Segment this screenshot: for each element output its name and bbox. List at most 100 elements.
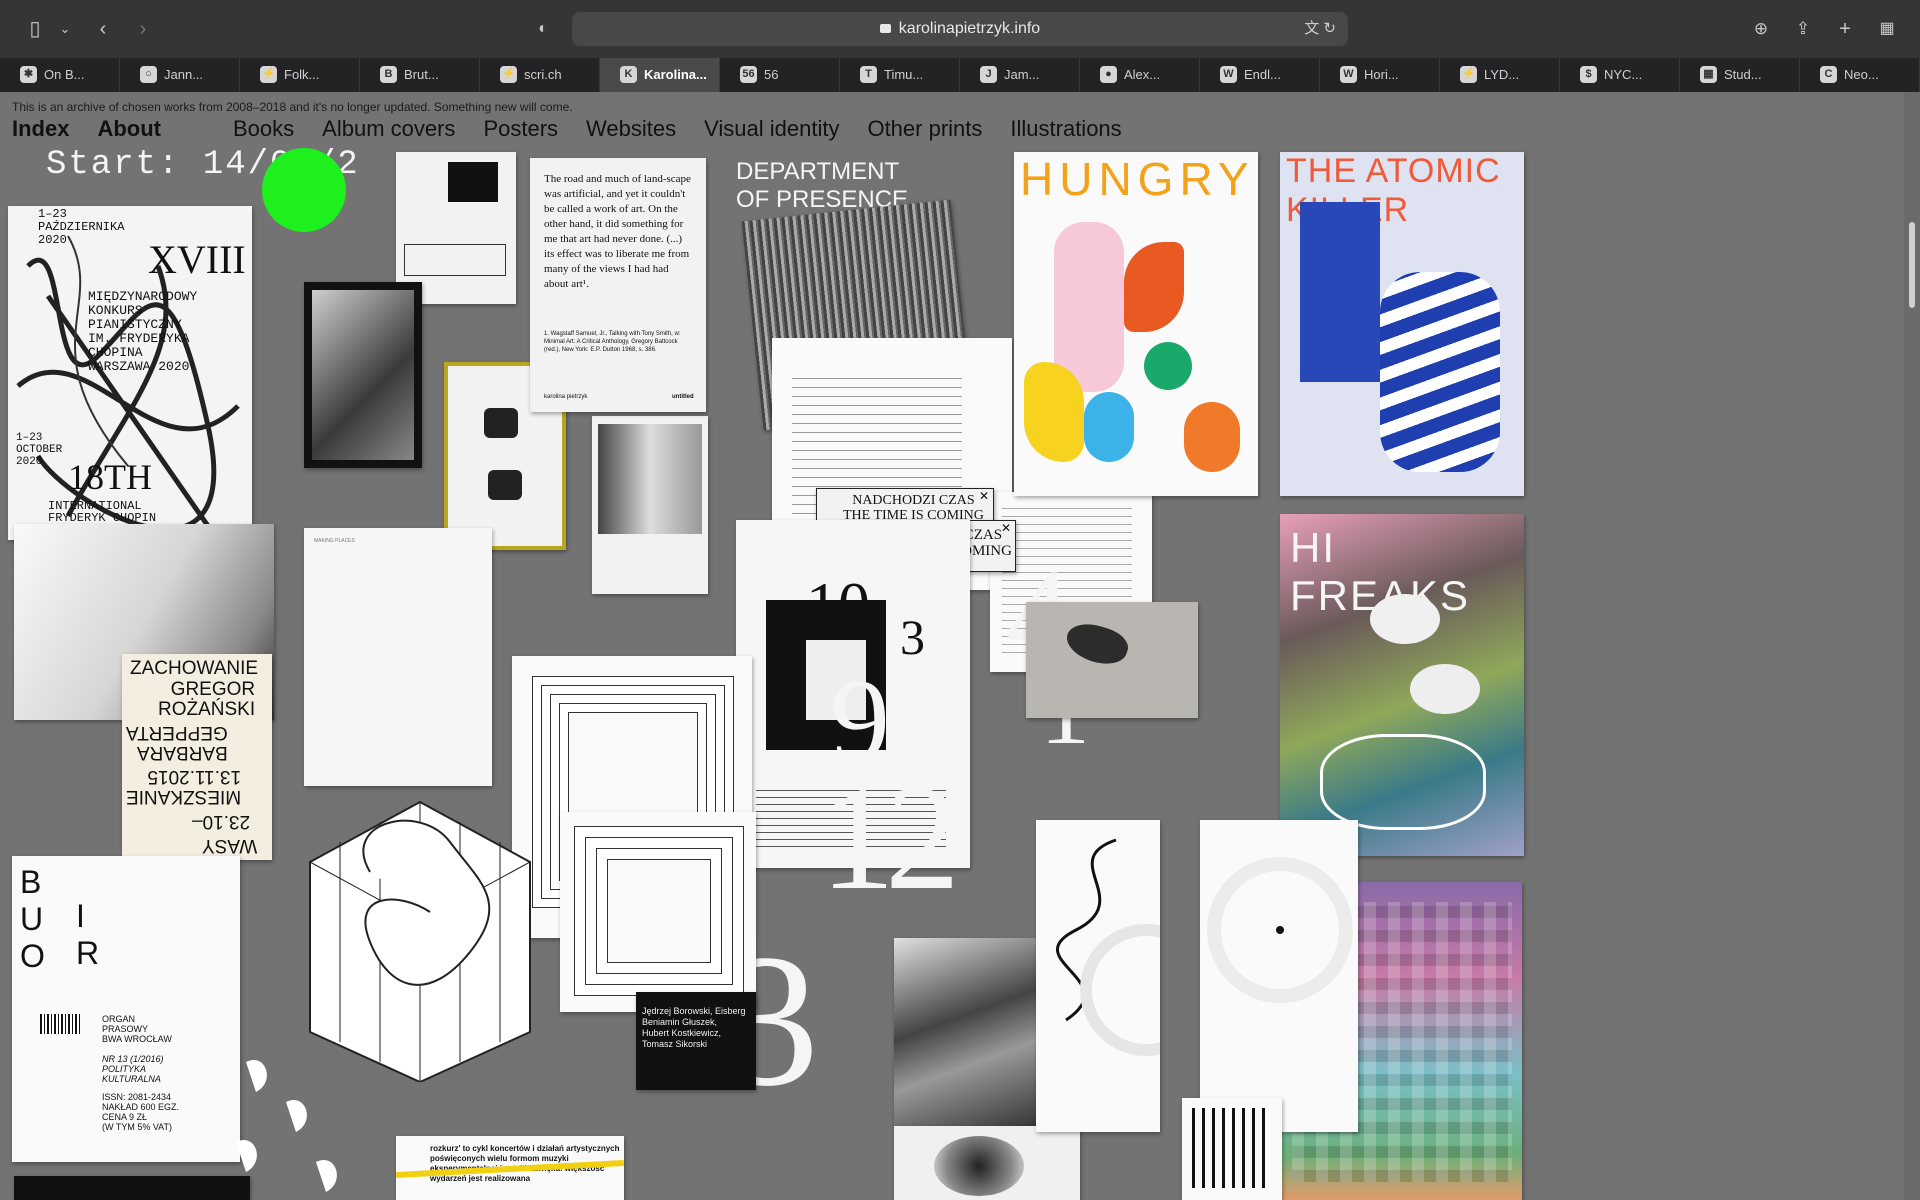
chopin-numeral: XVIII	[148, 237, 246, 282]
quote-page[interactable]: The road and much of land-scape was arti…	[530, 158, 706, 412]
browser-tab[interactable]: C Neo...	[1800, 58, 1920, 92]
partial-dark-sleeve[interactable]	[14, 1176, 250, 1200]
zachowanie-line4: MIESZKANIE 13.11.2015	[126, 766, 242, 807]
download-icon[interactable]: ⊕	[1746, 14, 1776, 44]
freaks-blob-1	[1370, 594, 1440, 644]
atomic-swirl	[1380, 272, 1500, 472]
page-scrollbar[interactable]	[1904, 92, 1920, 1200]
tab-label: Folk...	[284, 67, 320, 82]
share-icon[interactable]: ⇪	[1788, 14, 1818, 44]
browser-tab[interactable]: ● Alex...	[1080, 58, 1200, 92]
cassette-curtain[interactable]	[592, 416, 708, 594]
new-tab-icon[interactable]: +	[1830, 14, 1860, 44]
biuro-issn: ISSN: 2081-2434 NAKŁAD 600 EGZ. CENA 9 Z…	[102, 1092, 180, 1132]
tab-label: scri.ch	[524, 67, 562, 82]
nav-visual-identity[interactable]: Visual identity	[704, 116, 839, 141]
cassette-photo-1[interactable]	[304, 282, 422, 468]
pigeon-photo[interactable]	[1026, 602, 1198, 718]
scrollbar-thumb[interactable]	[1909, 222, 1915, 308]
biuro-magazine[interactable]: B U O I R ORGAN PRASOWY BWA WROCŁAW NR 1…	[12, 856, 240, 1162]
browser-toolbar: ▯ ⌄ ‹ › ◐ karolinapietrzyk.info 文 ↻ ⊕ ⇪ …	[0, 0, 1920, 58]
hi-freaks-poster[interactable]: HI FREAKS	[1280, 514, 1524, 856]
browser-tab[interactable]: W Hori...	[1320, 58, 1440, 92]
browser-tab[interactable]: ○ Jann...	[120, 58, 240, 92]
chopin-dates: 1–23 PAŹDZIERNIKA 2020	[38, 207, 125, 247]
close-icon[interactable]: ✕	[979, 489, 989, 503]
bw-photo-2[interactable]	[894, 1126, 1080, 1200]
browser-tab[interactable]: K Karolina...	[600, 58, 720, 92]
nav-books[interactable]: Books	[233, 116, 294, 141]
site-navigation: Index About Books Album covers Posters Websit…	[12, 116, 1150, 142]
browser-tab[interactable]: ⚡ scri.ch	[480, 58, 600, 92]
back-icon[interactable]: ‹	[88, 14, 118, 44]
browser-tab[interactable]: B Brut...	[360, 58, 480, 92]
nav-album-covers[interactable]: Album covers	[322, 116, 455, 141]
armchair-figure-1	[484, 408, 518, 438]
armchair-figure-2	[488, 470, 522, 500]
browser-tab[interactable]: J Jam...	[960, 58, 1080, 92]
green-dot	[262, 148, 346, 232]
reload-icon[interactable]: 文 ↻	[1304, 12, 1336, 46]
browser-tab[interactable]: 56 56	[720, 58, 840, 92]
cage-drawing	[309, 800, 531, 1084]
zachowanie-line3: BARBARA GEPPERTA	[126, 722, 228, 763]
chevron-down-icon[interactable]: ⌄	[50, 14, 80, 44]
hungry-pink	[1054, 222, 1124, 392]
partial-print-lines	[1192, 1108, 1272, 1188]
browser-tab[interactable]: $ NYC...	[1560, 58, 1680, 92]
cassette-1-box	[404, 244, 506, 276]
nav-posters[interactable]: Posters	[483, 116, 558, 141]
record-sleeve-2[interactable]	[1200, 820, 1358, 1132]
quote-text: The road and much of land-scape was arti…	[544, 173, 691, 290]
maze-pattern-2	[574, 826, 744, 996]
browser-tab[interactable]: T Timu...	[840, 58, 960, 92]
record-sleeve-1[interactable]	[1036, 820, 1160, 1132]
number-9: 9	[830, 654, 890, 787]
cassette-photo-1-image	[312, 290, 414, 460]
chopin-en-number: 18TH	[68, 457, 152, 497]
making-places-book[interactable]: MAKING PLACES	[304, 528, 492, 786]
hungry-title: HUNGRY	[1020, 153, 1255, 205]
tab-favicon-icon: ⚡	[1460, 66, 1477, 83]
web-page: This is an archive of chosen works from …	[0, 92, 1920, 1200]
biuro-title-bottom: I R	[76, 898, 158, 971]
address-bar[interactable]: karolinapietrzyk.info 文 ↻	[572, 12, 1348, 46]
tab-favicon-icon: J	[980, 66, 997, 83]
browser-tab[interactable]: ⚡ LYD...	[1440, 58, 1560, 92]
authors-card[interactable]: Jędrzej Borowski, Eisberg Beniamin Głusz…	[636, 992, 756, 1090]
browser-tab[interactable]: ⚡ Folk...	[240, 58, 360, 92]
url-text: karolinapietrzyk.info	[898, 20, 1041, 37]
forward-icon[interactable]: ›	[128, 14, 158, 44]
rozkurz-flyer[interactable]: rozkurz' to cykl koncertów i działań art…	[396, 1136, 624, 1200]
hungry-poster[interactable]: HUNGRY	[1014, 152, 1258, 496]
sidebar-toggle-icon[interactable]: ▯	[20, 14, 50, 44]
zachowanie-line6: WASY	[202, 835, 258, 856]
nadchodzi-text-1: NADCHODZI CZAS THE TIME IS COMING	[843, 493, 984, 523]
cage-illustration[interactable]	[300, 782, 540, 1084]
tab-favicon-icon: ▦	[1700, 66, 1717, 83]
nav-about[interactable]: About	[97, 116, 161, 141]
nav-other-prints[interactable]: Other prints	[867, 116, 982, 141]
maze-record-2[interactable]	[560, 812, 756, 1012]
tab-overview-icon[interactable]: ▦	[1872, 14, 1902, 44]
biuro-issue: NR 13 (1/2016) POLITYKA KULTURALNA	[102, 1054, 164, 1084]
tab-label: Neo...	[1844, 67, 1879, 82]
tab-favicon-icon: ✱	[20, 66, 37, 83]
partial-print[interactable]	[1182, 1098, 1282, 1200]
browser-tab[interactable]: ✱ On B...	[0, 58, 120, 92]
close-icon[interactable]: ✕	[1001, 521, 1011, 535]
atomic-killer-poster[interactable]: THE ATOMIC KILLER	[1280, 152, 1524, 496]
tab-label: Timu...	[884, 67, 924, 82]
hungry-red	[1124, 242, 1184, 332]
authors-text: Jędrzej Borowski, Eisberg Beniamin Głusz…	[642, 1006, 746, 1049]
privacy-shield-icon[interactable]: ◐	[528, 14, 558, 44]
chopin-poster[interactable]: 1–23 PAŹDZIERNIKA 2020 XVIII MIĘDZYNAROD…	[8, 206, 252, 540]
nav-websites[interactable]: Websites	[586, 116, 676, 141]
curtain-image	[598, 424, 702, 534]
nav-index[interactable]: Index	[12, 116, 69, 141]
browser-tab[interactable]: ▦ Stud...	[1680, 58, 1800, 92]
tab-label: NYC...	[1604, 67, 1643, 82]
browser-tab[interactable]: W Endl...	[1200, 58, 1320, 92]
nav-illustrations[interactable]: Illustrations	[1010, 116, 1121, 141]
zachowanie-poster[interactable]: ZACHOWANIE GREGOR ROŻAŃSKI BARBARA GEPPE…	[122, 654, 272, 860]
